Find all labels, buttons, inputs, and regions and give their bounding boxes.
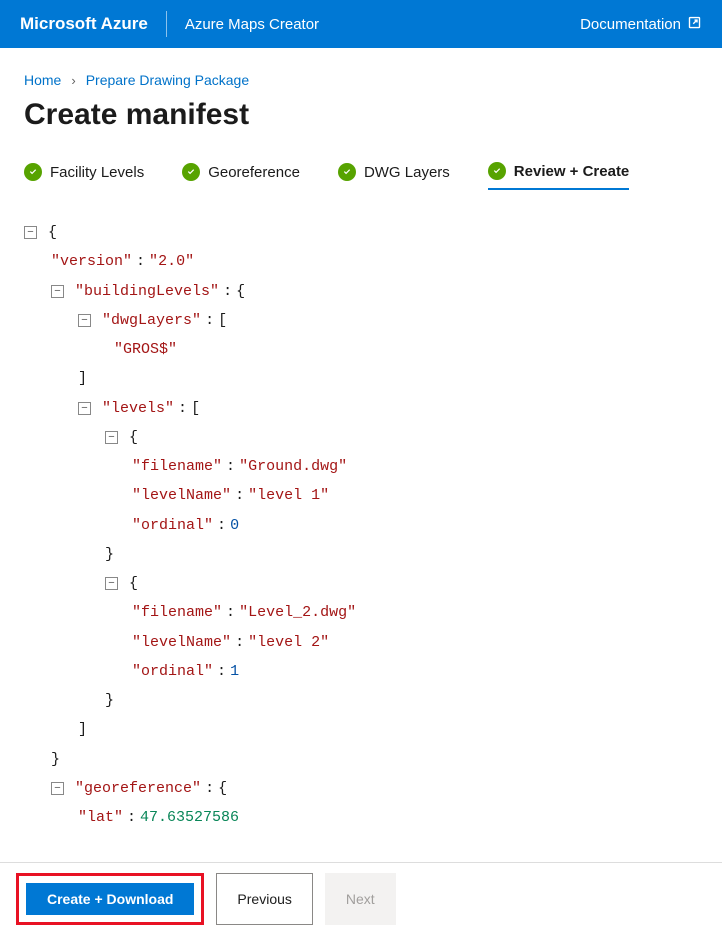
- breadcrumb: Home › Prepare Drawing Package: [24, 72, 698, 88]
- external-link-icon: [687, 15, 702, 34]
- manifest-json-viewer: − { "version":"2.0" − "buildingLevels":{…: [24, 218, 698, 838]
- json-level0-filename: Ground.dwg: [248, 458, 338, 475]
- tab-review-create[interactable]: Review + Create: [488, 162, 629, 190]
- header-divider: [166, 11, 167, 37]
- check-icon: [488, 162, 506, 180]
- check-icon: [338, 163, 356, 181]
- app-header: Microsoft Azure Azure Maps Creator Docum…: [0, 0, 722, 48]
- json-dwglayer-0: GROS$: [123, 341, 168, 358]
- breadcrumb-home[interactable]: Home: [24, 72, 61, 88]
- next-button: Next: [325, 873, 396, 925]
- tab-label: Review + Create: [514, 163, 629, 180]
- tab-label: Georeference: [208, 164, 300, 181]
- collapse-toggle[interactable]: −: [78, 314, 91, 327]
- tab-dwg-layers[interactable]: DWG Layers: [338, 162, 450, 190]
- json-level1-ordinal: 1: [230, 663, 239, 680]
- json-level0-levelname: level 1: [257, 487, 320, 504]
- json-level0-ordinal: 0: [230, 517, 239, 534]
- collapse-toggle[interactable]: −: [51, 285, 64, 298]
- documentation-link[interactable]: Documentation: [580, 15, 702, 34]
- collapse-toggle[interactable]: −: [24, 226, 37, 239]
- documentation-label: Documentation: [580, 16, 681, 33]
- json-version: 2.0: [158, 253, 185, 270]
- collapse-toggle[interactable]: −: [78, 402, 91, 415]
- tab-facility-levels[interactable]: Facility Levels: [24, 162, 144, 190]
- wizard-footer: Create + Download Previous Next: [0, 862, 722, 935]
- page-title: Create manifest: [24, 98, 698, 132]
- tab-georeference[interactable]: Georeference: [182, 162, 300, 190]
- json-geo-lat: 47.63527586: [140, 809, 239, 826]
- json-level1-filename: Level_2.dwg: [248, 604, 347, 621]
- collapse-toggle[interactable]: −: [105, 577, 118, 590]
- product-name[interactable]: Azure Maps Creator: [185, 16, 319, 33]
- previous-button[interactable]: Previous: [216, 873, 312, 925]
- check-icon: [182, 163, 200, 181]
- wizard-tabs: Facility Levels Georeference DWG Layers …: [24, 162, 698, 190]
- collapse-toggle[interactable]: −: [105, 431, 118, 444]
- tab-label: DWG Layers: [364, 164, 450, 181]
- json-level1-levelname: level 2: [257, 634, 320, 651]
- tab-label: Facility Levels: [50, 164, 144, 181]
- breadcrumb-current[interactable]: Prepare Drawing Package: [86, 72, 249, 88]
- brand-title[interactable]: Microsoft Azure: [20, 14, 148, 34]
- breadcrumb-separator: ›: [71, 73, 75, 88]
- collapse-toggle[interactable]: −: [51, 782, 64, 795]
- create-highlight: Create + Download: [16, 873, 204, 925]
- create-download-button[interactable]: Create + Download: [26, 883, 194, 915]
- check-icon: [24, 163, 42, 181]
